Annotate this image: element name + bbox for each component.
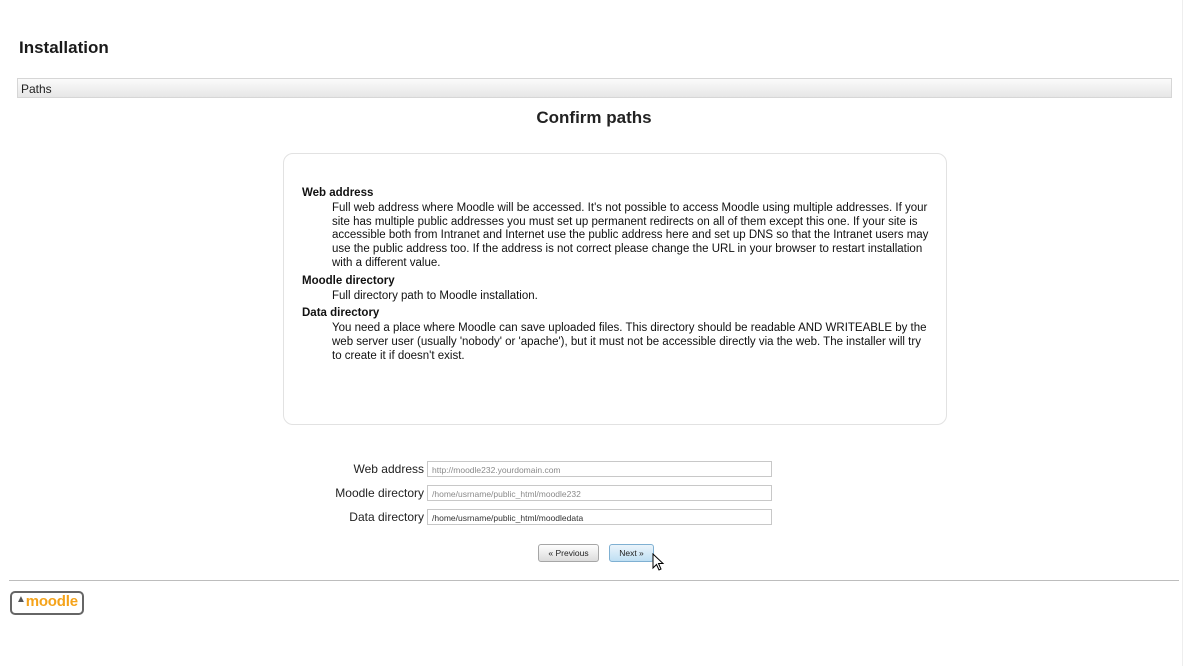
- breadcrumb: Paths: [17, 78, 1172, 98]
- section-heading: Confirm paths: [536, 108, 652, 127]
- footer-divider: [9, 580, 1179, 581]
- data-directory-label: Data directory: [349, 510, 424, 524]
- next-button[interactable]: Next »: [609, 544, 654, 562]
- web-address-field[interactable]: http://moodle232.yourdomain.com: [427, 461, 772, 477]
- mouse-pointer-icon: [652, 553, 665, 571]
- moodle-directory-row: Moodle directory: [9, 484, 424, 502]
- paths-help-box: Web address Full web address where Moodl…: [283, 153, 947, 425]
- moodle-directory-field[interactable]: /home/usrname/public_html/moodle232: [427, 485, 772, 501]
- help-list: Web address Full web address where Moodl…: [302, 187, 932, 368]
- web-address-label: Web address: [353, 462, 424, 476]
- window-edge: [1182, 0, 1183, 666]
- help-term-moodle-directory: Moodle directory: [302, 274, 395, 287]
- page-title: Installation: [19, 38, 109, 57]
- help-desc-web-address: Full web address where Moodle will be ac…: [332, 201, 929, 269]
- breadcrumb-item-paths: Paths: [21, 82, 52, 96]
- help-term-data-directory: Data directory: [302, 307, 380, 320]
- previous-button[interactable]: « Previous: [538, 544, 599, 562]
- moodle-directory-label: Moodle directory: [335, 486, 424, 500]
- help-desc-moodle-directory: Full directory path to Moodle installati…: [332, 289, 538, 302]
- graduation-cap-icon: ▲: [16, 594, 26, 605]
- data-directory-field[interactable]: /home/usrname/public_html/moodledata: [427, 509, 772, 525]
- moodle-logo[interactable]: ▲moodle: [10, 591, 84, 615]
- web-address-row: Web address: [9, 460, 424, 478]
- data-directory-row: Data directory: [9, 508, 424, 526]
- help-term-web-address: Web address: [302, 187, 374, 199]
- installer-page: Installation Paths Confirm paths Web add…: [9, 0, 1179, 666]
- help-desc-data-directory: You need a place where Moodle can save u…: [332, 322, 927, 362]
- logo-text: moodle: [25, 593, 78, 610]
